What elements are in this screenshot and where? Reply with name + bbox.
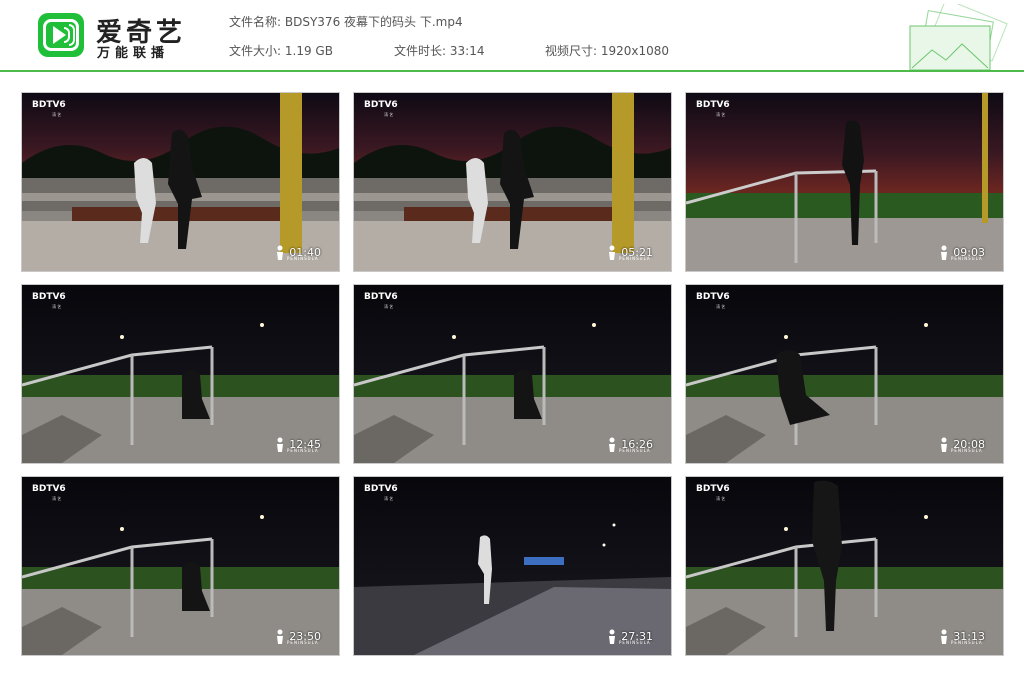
file-name-label: 文件名称:: [229, 15, 282, 29]
logo-subtitle: 万能联播: [97, 46, 170, 61]
watermark-text: PENINSULA: [287, 448, 319, 453]
channel-tag: BDTV6: [32, 484, 66, 494]
channel-tag-sub: 涛 艺: [716, 304, 726, 309]
channel-tag-sub: 涛 艺: [384, 304, 394, 309]
video-resolution: 视频尺寸: 1920x1080: [545, 42, 669, 59]
watermark: PENINSULA: [939, 245, 993, 263]
channel-tag: BDTV6: [364, 484, 398, 494]
watermark-figure-icon: [609, 245, 615, 260]
channel-tag: BDTV6: [32, 100, 66, 110]
video-thumbnail[interactable]: BDTV6 涛 艺 12:45 PENINSULA: [21, 284, 340, 464]
video-thumbnail[interactable]: BDTV6 涛 艺 05:21 PENINSULA: [353, 92, 672, 272]
watermark: PENINSULA: [607, 437, 661, 455]
watermark-text: PENINSULA: [951, 256, 983, 261]
file-duration: 文件时长: 33:14: [394, 42, 484, 59]
watermark-text: PENINSULA: [287, 256, 319, 261]
watermark: PENINSULA: [607, 629, 661, 647]
watermark-figure-icon: [609, 629, 615, 644]
watermark-figure-icon: [941, 437, 947, 452]
watermark: PENINSULA: [607, 245, 661, 263]
watermark-text: PENINSULA: [951, 640, 983, 645]
file-duration-label: 文件时长:: [394, 44, 447, 58]
video-resolution-label: 视频尺寸:: [545, 44, 598, 58]
file-size-label: 文件大小:: [229, 44, 282, 58]
video-thumbnail[interactable]: BDTV6 涛 艺 27:31 PENINSULA: [353, 476, 672, 656]
video-thumbnail[interactable]: BDTV6 涛 艺 23:50 PENINSULA: [21, 476, 340, 656]
header-divider: [0, 70, 1024, 72]
video-thumbnail[interactable]: BDTV6 涛 艺 31:13 PENINSULA: [685, 476, 1004, 656]
watermark: PENINSULA: [275, 629, 329, 647]
channel-tag: BDTV6: [364, 292, 398, 302]
video-thumbnail[interactable]: BDTV6 涛 艺 09:03 PENINSULA: [685, 92, 1004, 272]
file-duration-value: 33:14: [449, 44, 485, 58]
watermark-text: PENINSULA: [951, 448, 983, 453]
watermark-figure-icon: [277, 629, 283, 644]
channel-tag: BDTV6: [32, 292, 66, 302]
watermark: PENINSULA: [275, 437, 329, 455]
watermark-text: PENINSULA: [287, 640, 319, 645]
picture-frames-decoration-icon: [909, 4, 1008, 70]
channel-tag-sub: 涛 艺: [52, 112, 62, 117]
video-thumbnail[interactable]: BDTV6 涛 艺 20:08 PENINSULA: [685, 284, 1004, 464]
watermark: PENINSULA: [939, 437, 993, 455]
channel-tag-sub: 涛 艺: [384, 496, 394, 501]
watermark: PENINSULA: [275, 245, 329, 263]
channel-tag: BDTV6: [696, 292, 730, 302]
watermark-figure-icon: [941, 245, 947, 260]
file-size-value: 1.19 GB: [284, 44, 333, 58]
watermark-figure-icon: [277, 437, 283, 452]
channel-tag-sub: 涛 艺: [716, 496, 726, 501]
channel-tag: BDTV6: [696, 100, 730, 110]
video-resolution-value: 1920x1080: [600, 44, 670, 58]
watermark-figure-icon: [941, 629, 947, 644]
watermark-text: PENINSULA: [619, 448, 651, 453]
file-name-value: BDSY376 夜幕下的码头 下.mp4: [284, 15, 463, 29]
channel-tag-sub: 涛 艺: [52, 304, 62, 309]
watermark-text: PENINSULA: [619, 640, 651, 645]
file-size: 文件大小: 1.19 GB: [229, 42, 333, 59]
header: 爱奇艺 万能联播 文件名称: BDSY376 夜幕下的码头 下.mp4 文件大小…: [0, 0, 1024, 72]
watermark-text: PENINSULA: [619, 256, 651, 261]
channel-tag-sub: 涛 艺: [716, 112, 726, 117]
channel-tag-sub: 涛 艺: [52, 496, 62, 501]
channel-tag-sub: 涛 艺: [384, 112, 394, 117]
video-thumbnail[interactable]: BDTV6 涛 艺 01:40 PENINSULA: [21, 92, 340, 272]
channel-tag: BDTV6: [696, 484, 730, 494]
video-thumbnail[interactable]: BDTV6 涛 艺 16:26 PENINSULA: [353, 284, 672, 464]
watermark-figure-icon: [277, 245, 283, 260]
watermark-figure-icon: [609, 437, 615, 452]
channel-tag: BDTV6: [364, 100, 398, 110]
iqiyi-logo-icon: [38, 13, 84, 57]
file-name: 文件名称: BDSY376 夜幕下的码头 下.mp4: [229, 13, 463, 30]
watermark: PENINSULA: [939, 629, 993, 647]
